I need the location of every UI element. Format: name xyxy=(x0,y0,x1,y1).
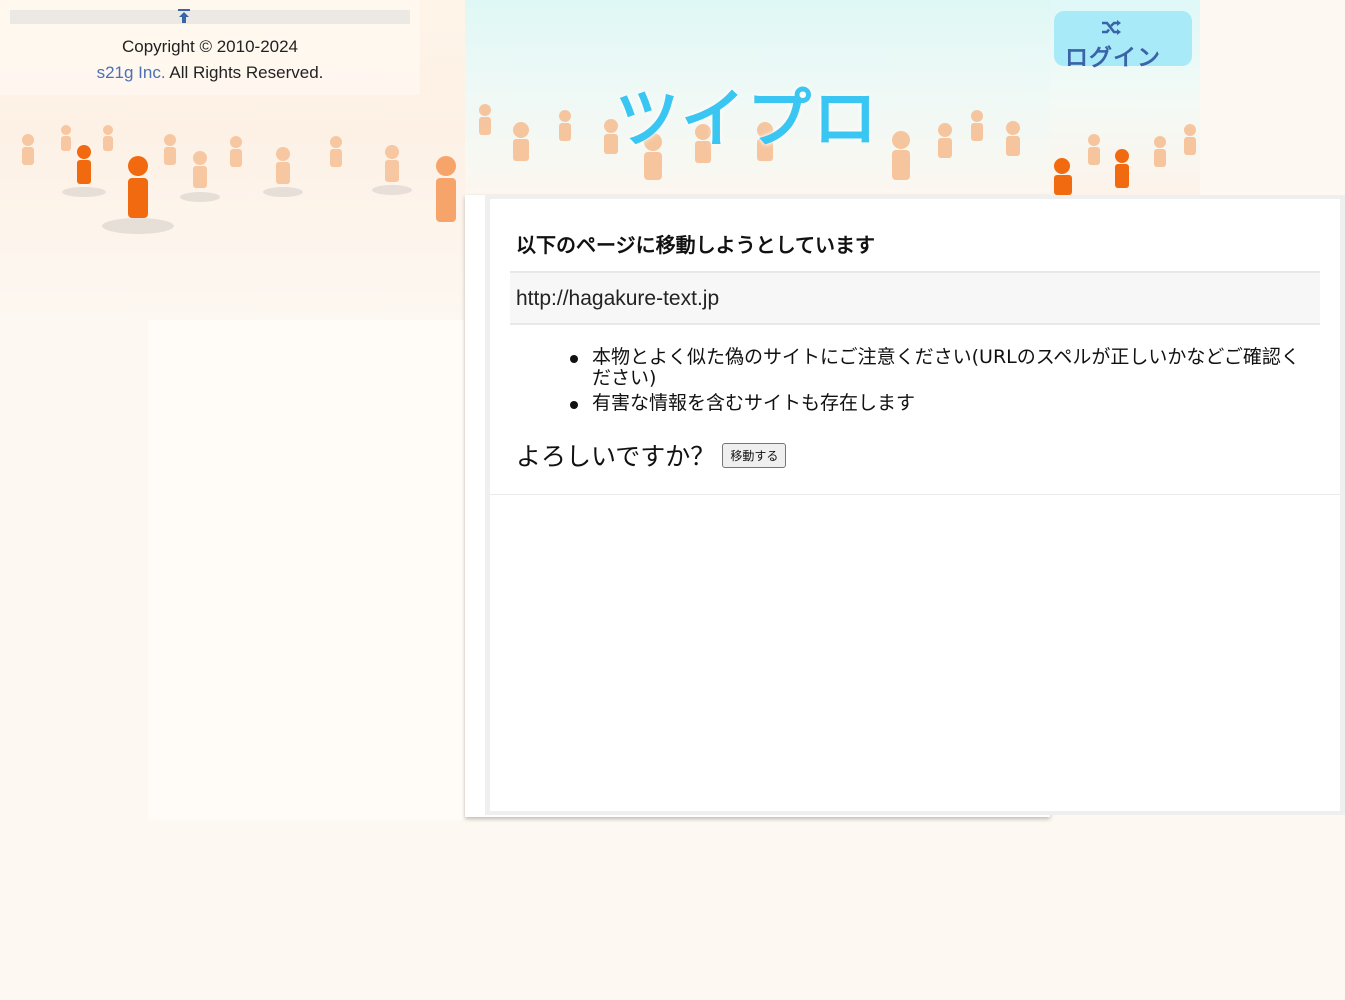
move-button[interactable]: 移動する xyxy=(722,442,787,468)
warning-list: 本物とよく似た偽のサイトにご注意ください(URLのスペルが正しいかなどご確認くだ… xyxy=(570,347,1310,418)
login-label: ログイン xyxy=(1065,45,1161,71)
rights-text: All Rights Reserved. xyxy=(165,63,324,82)
warning-item: 有害な情報を含むサイトも存在します xyxy=(570,393,1310,414)
destination-url: http://hagakure-text.jp xyxy=(516,287,720,310)
company-link[interactable]: s21g Inc. xyxy=(97,63,166,82)
confirm-row: よろしいですか？ 移動する xyxy=(516,437,787,473)
redirect-dialog: 以下のページに移動しようとしています http://hagakure-text.… xyxy=(485,195,1345,815)
back-to-top-icon[interactable] xyxy=(176,8,192,24)
shuffle-icon xyxy=(1102,20,1121,35)
redirect-dialog-body: 以下のページに移動しようとしています http://hagakure-text.… xyxy=(490,199,1340,811)
copyright-text: Copyright © 2010-2024 s21g Inc. All Righ… xyxy=(0,34,420,86)
login-area: ログイン xyxy=(1050,0,1200,195)
copyright-line: Copyright © 2010-2024 xyxy=(121,37,299,56)
confirm-question: よろしいですか？ xyxy=(516,442,716,471)
site-header: ツイプロ xyxy=(465,0,1050,195)
dialog-divider xyxy=(490,494,1340,495)
back-to-top-bar[interactable] xyxy=(10,10,410,24)
site-logo[interactable]: ツイプロ xyxy=(615,68,879,160)
warning-item: 本物とよく似た偽のサイトにご注意ください(URLのスペルが正しいかなどご確認くだ… xyxy=(570,347,1310,389)
dialog-title: 以下のページに移動しようとしています xyxy=(516,233,875,257)
destination-url-box: http://hagakure-text.jp xyxy=(510,271,1320,325)
background-panel xyxy=(148,320,464,820)
footer: Copyright © 2010-2024 s21g Inc. All Righ… xyxy=(0,0,420,95)
login-button[interactable]: ログイン xyxy=(1054,11,1192,71)
